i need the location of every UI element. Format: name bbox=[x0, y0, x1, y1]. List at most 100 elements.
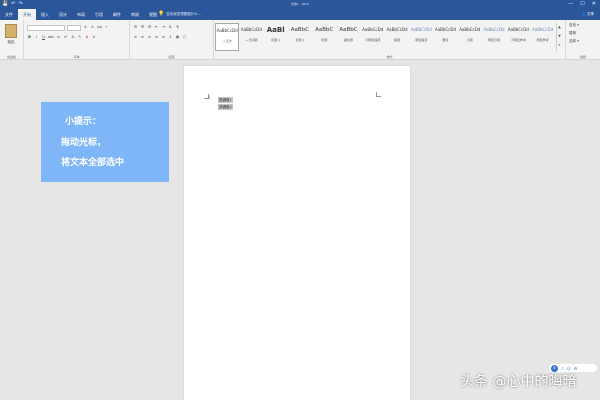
style-sample: AaBbCcDd bbox=[410, 27, 432, 32]
ribbon: 粘贴 剪贴板 A A Aa ✧ B I U abc x₂ x² A ✎ A A … bbox=[0, 20, 600, 60]
tab-3[interactable]: 设计 bbox=[54, 9, 72, 20]
style-name: 标题 bbox=[321, 38, 328, 42]
line-spacing-icon[interactable]: ↕ bbox=[168, 35, 173, 40]
change-case-icon[interactable]: Aa bbox=[97, 25, 102, 30]
font-color-icon[interactable]: A bbox=[84, 35, 89, 40]
decrease-indent-icon[interactable]: ⇤ bbox=[154, 25, 159, 30]
highlight-icon[interactable]: ✎ bbox=[77, 35, 82, 40]
tab-2[interactable]: 插入 bbox=[36, 9, 54, 20]
multilevel-list-icon[interactable]: ☰ bbox=[147, 25, 152, 30]
style-item[interactable]: AaBbCcDd 强调 bbox=[385, 23, 409, 51]
minimize-button[interactable]: — bbox=[568, 0, 573, 9]
sort-icon[interactable]: ⇅ bbox=[168, 25, 173, 30]
style-sample: AaBbCcDd bbox=[532, 27, 554, 32]
style-name: 明显参考 bbox=[536, 38, 549, 42]
scroll-down-icon[interactable]: ▼ bbox=[557, 32, 562, 41]
align-left-icon[interactable]: ≡ bbox=[133, 35, 138, 40]
find-button[interactable]: 查找 ▾ bbox=[569, 23, 579, 28]
style-item[interactable]: AaBbCcDd 引用 bbox=[458, 23, 482, 51]
bullets-icon[interactable]: ☰ bbox=[133, 25, 138, 30]
paragraph-group-label: 段落 bbox=[168, 55, 175, 59]
italic-icon[interactable]: I bbox=[34, 35, 39, 40]
char-shading-icon[interactable]: A bbox=[91, 35, 96, 40]
more-styles-icon[interactable]: ▾ bbox=[557, 41, 562, 50]
borders-icon[interactable]: ▢ bbox=[182, 35, 187, 40]
distributed-icon[interactable]: ≡ bbox=[161, 35, 166, 40]
numbering-icon[interactable]: ☰ bbox=[140, 25, 145, 30]
ime-music-icon[interactable]: ♪ bbox=[561, 366, 564, 371]
tab-1[interactable]: 开始 bbox=[18, 9, 36, 20]
style-sample: AaBbCcDd bbox=[362, 27, 384, 32]
style-item[interactable]: AaBbC 标题 bbox=[312, 23, 336, 51]
document-page[interactable]: I 按键盘1 按键盘2 bbox=[184, 66, 410, 400]
style-name: 强调 bbox=[393, 38, 400, 42]
style-item[interactable]: AaBbCcDd 明显引用 bbox=[482, 23, 506, 51]
maximize-button[interactable]: ☐ bbox=[580, 0, 584, 9]
shading-icon[interactable]: ▦ bbox=[175, 35, 180, 40]
style-name: → 正文 bbox=[222, 39, 232, 43]
align-center-icon[interactable]: ≡ bbox=[140, 35, 145, 40]
show-marks-icon[interactable]: ¶ bbox=[175, 25, 180, 30]
window-controls: — ☐ ✕ bbox=[568, 0, 596, 9]
tab-7[interactable]: 审阅 bbox=[126, 9, 144, 20]
style-item[interactable]: AaBbC 副标题 bbox=[336, 23, 360, 51]
clear-format-icon[interactable]: ✧ bbox=[104, 25, 109, 30]
tab-4[interactable]: 布局 bbox=[72, 9, 90, 20]
ime-emoji-icon[interactable]: ☺ bbox=[567, 366, 571, 371]
style-name: → 无间隔 bbox=[245, 38, 258, 42]
crop-mark-top-right bbox=[376, 92, 381, 97]
tab-5[interactable]: 引用 bbox=[90, 9, 108, 20]
close-button[interactable]: ✕ bbox=[592, 0, 596, 9]
bold-icon[interactable]: B bbox=[27, 35, 32, 40]
share-button[interactable]: 👤 共享 bbox=[582, 9, 594, 20]
style-item[interactable]: AaBbCcDd 明显参考 bbox=[530, 23, 554, 51]
style-name: 要点 bbox=[442, 38, 449, 42]
grow-font-icon[interactable]: A bbox=[83, 25, 88, 30]
clipboard-group-label: 剪贴板 bbox=[6, 55, 16, 59]
select-button[interactable]: 选择 ▾ bbox=[569, 39, 579, 44]
font-group: A A Aa ✧ B I U abc x₂ x² A ✎ A A 字体 bbox=[24, 20, 130, 60]
strikethrough-icon[interactable]: abc bbox=[48, 35, 54, 40]
tab-0[interactable]: 文件 bbox=[0, 9, 18, 20]
font-size-select[interactable] bbox=[67, 24, 81, 31]
justify-icon[interactable]: ≡ bbox=[154, 35, 159, 40]
style-item[interactable]: AaBl 标题 1 bbox=[264, 23, 288, 51]
style-name: 副标题 bbox=[343, 38, 353, 42]
superscript-icon[interactable]: x² bbox=[63, 35, 68, 40]
scroll-up-icon[interactable]: ▲ bbox=[557, 23, 562, 32]
style-item[interactable]: AaBbCcDd 明显强调 bbox=[409, 23, 433, 51]
tell-me-box[interactable]: 💡 告诉我您想要做什么... bbox=[158, 9, 201, 20]
selected-text-line-1[interactable]: 按键盘1 bbox=[218, 97, 233, 103]
shrink-font-icon[interactable]: A bbox=[90, 25, 95, 30]
tip-box: 小提示： 拖动光标， 将文本全部选中 bbox=[41, 102, 169, 182]
tab-6[interactable]: 邮件 bbox=[108, 9, 126, 20]
align-right-icon[interactable]: ≡ bbox=[147, 35, 152, 40]
style-sample: AaBbCcDd bbox=[434, 27, 457, 32]
style-sample: AaBbC bbox=[315, 27, 334, 33]
underline-icon[interactable]: U bbox=[41, 35, 46, 40]
tell-me-text: 告诉我您想要做什么... bbox=[166, 12, 202, 16]
style-item[interactable]: AaBbCcDd → 正文 bbox=[215, 23, 240, 51]
subscript-icon[interactable]: x₂ bbox=[56, 35, 61, 40]
ime-settings-icon[interactable]: ⚙ bbox=[574, 366, 578, 371]
window-title: 文档1 - Word bbox=[290, 2, 310, 6]
style-item[interactable]: AaBbCcDd 要点 bbox=[433, 23, 457, 51]
editing-group-label: 编辑 bbox=[579, 55, 586, 59]
style-sample: AaBl bbox=[266, 26, 285, 34]
font-name-select[interactable] bbox=[27, 24, 65, 31]
style-sample: AaBbC bbox=[339, 27, 358, 33]
style-name: 标题 1 bbox=[271, 38, 281, 42]
text-effects-icon[interactable]: A bbox=[70, 35, 75, 40]
tip-line-2: 拖动光标， bbox=[61, 138, 107, 148]
increase-indent-icon[interactable]: ⇥ bbox=[161, 25, 166, 30]
style-item[interactable]: AaBbC 标题 2 bbox=[288, 23, 312, 51]
style-sample: AaBbCcDd bbox=[216, 28, 238, 33]
style-item[interactable]: AaBbCcDd 不明显参考 bbox=[506, 23, 530, 51]
styles-scroll[interactable]: ▲ ▼ ▾ bbox=[556, 23, 562, 51]
style-item[interactable]: AaBbCcDd → 无间隔 bbox=[239, 23, 263, 51]
paste-button[interactable]: 粘贴 bbox=[3, 23, 19, 49]
selected-text-line-2[interactable]: 按键盘2 bbox=[218, 104, 233, 110]
replace-button[interactable]: 替换 bbox=[569, 31, 576, 36]
style-item[interactable]: AaBbCcDd 不明显强调 bbox=[361, 23, 385, 51]
style-name: 明显强调 bbox=[415, 38, 428, 42]
